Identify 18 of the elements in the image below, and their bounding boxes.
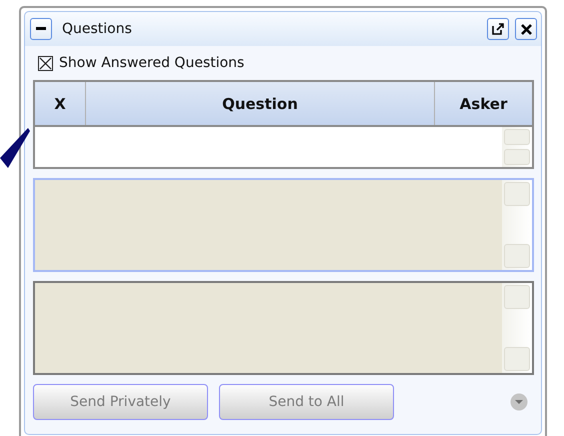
minus-icon — [36, 27, 46, 31]
callout-pointer — [0, 128, 30, 168]
popout-button[interactable] — [487, 18, 509, 40]
checkbox[interactable] — [38, 56, 53, 70]
window-title: Questions — [62, 21, 132, 37]
scrollbar[interactable] — [502, 127, 532, 167]
minimize-button[interactable] — [30, 18, 52, 40]
close-icon — [520, 24, 532, 34]
scrollbar[interactable] — [502, 283, 532, 373]
scrollbar[interactable] — [502, 180, 532, 270]
close-button[interactable] — [515, 18, 537, 40]
dropdown-icon[interactable] — [510, 393, 528, 411]
popout-icon — [492, 23, 504, 35]
column-header[interactable]: Question — [86, 82, 435, 125]
checkbox-label: Show Answered Questions — [59, 55, 244, 71]
column-header[interactable]: X — [35, 82, 86, 125]
message-box[interactable] — [33, 281, 534, 375]
column-header[interactable]: Asker — [435, 82, 532, 125]
